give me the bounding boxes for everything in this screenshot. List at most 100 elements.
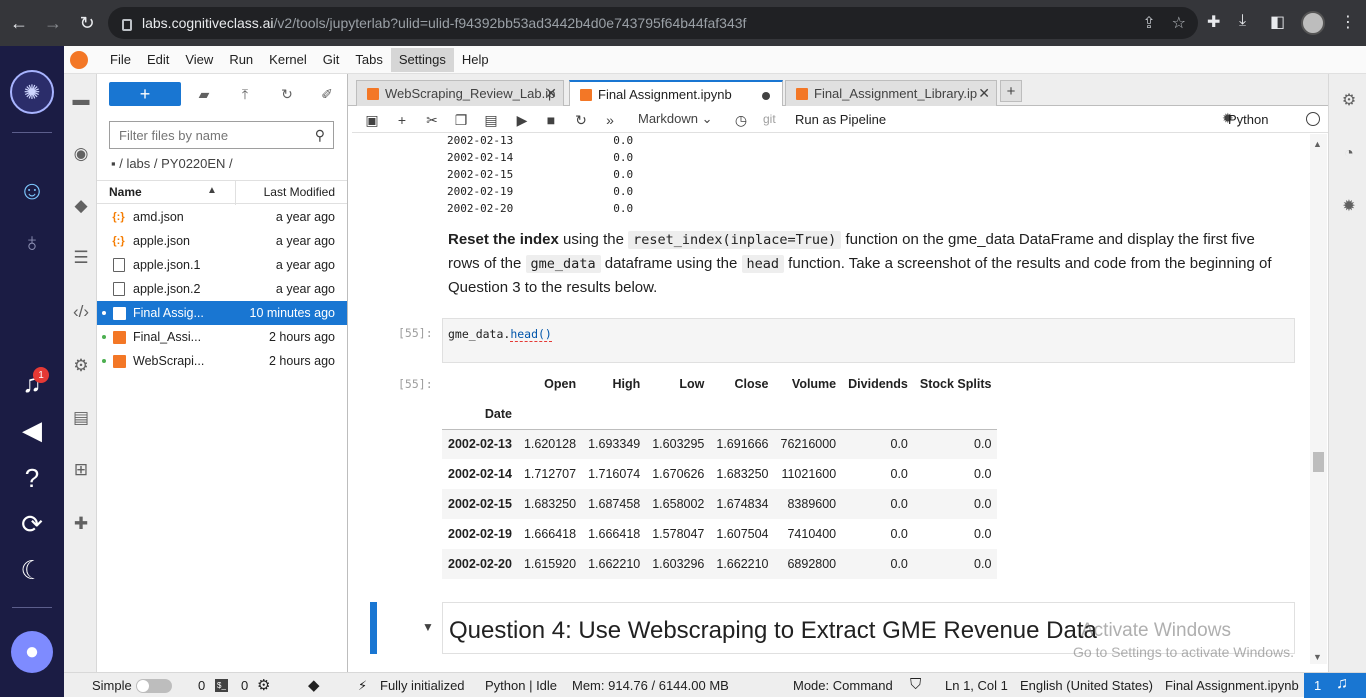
git-label[interactable]: git	[763, 112, 776, 126]
git-clone-icon[interactable]: ✐	[317, 84, 337, 104]
interrupt-stop-icon[interactable]: ■	[541, 110, 561, 130]
new-launcher-button[interactable]: +	[109, 82, 181, 106]
filter-files-input[interactable]: Filter files by name ⚲	[109, 121, 334, 149]
tab-final-assignment-library[interactable]: Final_Assignment_Library.ip ✕	[785, 80, 997, 106]
clock-icon[interactable]: ◷	[731, 110, 751, 130]
file-list-item[interactable]: {:} apple.json a year ago	[97, 229, 347, 253]
code-cell-input[interactable]: gme_data.head()	[442, 318, 1295, 363]
restart-icon[interactable]: ↻	[571, 110, 591, 130]
code-text[interactable]: gme_data.head()	[448, 327, 552, 342]
address-bar[interactable]: labs.cognitiveclass.ai/v2/tools/jupyterl…	[108, 7, 1198, 39]
close-icon[interactable]: ✕	[978, 85, 990, 102]
scroll-down-arrow-icon[interactable]: ▼	[1313, 652, 1322, 662]
share-icon[interactable]: ⇪	[1142, 13, 1155, 33]
collapse-heading-caret-icon[interactable]: ▼	[422, 620, 434, 634]
running-stop-icon[interactable]: ◉	[69, 142, 93, 166]
git-icon[interactable]: ◆	[69, 194, 93, 218]
browser-menu-icon[interactable]: ⋮	[1340, 12, 1356, 32]
spellcheck-language[interactable]: English (United States)	[1020, 678, 1153, 693]
run-icon[interactable]: ▶	[512, 110, 532, 130]
paste-icon[interactable]: ▤	[481, 110, 501, 130]
menu-settings[interactable]: Settings	[390, 47, 454, 72]
run-as-pipeline-button[interactable]: Run as Pipeline	[795, 112, 886, 127]
cursor-position[interactable]: Ln 1, Col 1	[945, 678, 1008, 693]
help-icon[interactable]: ?	[16, 462, 48, 494]
menu-view[interactable]: View	[177, 48, 221, 72]
forward-icon[interactable]: →	[38, 8, 68, 38]
unsaved-dot-icon[interactable]	[762, 92, 770, 100]
copy-icon[interactable]: ❐	[451, 110, 471, 130]
profile-avatar[interactable]	[1301, 11, 1325, 35]
debugger-icon[interactable]: ✹	[1339, 196, 1359, 216]
chat-icon[interactable]: ☺	[16, 174, 48, 206]
breadcrumb[interactable]: ▪ / labs / PY0220EN /	[111, 156, 233, 171]
code-snippets-icon[interactable]: ‹/›	[69, 300, 93, 324]
announcements-megaphone-icon[interactable]: ◀	[16, 414, 48, 446]
add-tab-button[interactable]: +	[1000, 80, 1022, 102]
extensions-grid-icon[interactable]: ⊞	[69, 458, 93, 482]
file-list-item[interactable]: Final Assig... 10 minutes ago	[97, 301, 347, 325]
menu-edit[interactable]: Edit	[139, 48, 177, 72]
cognitiveclass-logo-icon[interactable]: ✺	[10, 70, 54, 114]
markdown-cell[interactable]: Reset the index using the reset_index(in…	[448, 228, 1288, 300]
property-inspector-gears-icon[interactable]: ⚙	[1339, 90, 1359, 110]
cell-type-dropdown[interactable]: Markdown ⌄	[638, 111, 713, 127]
upload-icon[interactable]: ⤒	[235, 84, 255, 104]
gauge-dashboard-icon[interactable]: ◔	[1339, 144, 1359, 164]
property-inspector-icon[interactable]: ⚙	[69, 354, 93, 378]
file-list-item[interactable]: WebScrapi... 2 hours ago	[97, 349, 347, 373]
lightbulb-icon[interactable]: ♁	[16, 226, 48, 258]
menu-run[interactable]: Run	[221, 48, 261, 72]
file-list-item[interactable]: {:} amd.json a year ago	[97, 205, 347, 229]
kernel-gear-icon[interactable]: ⚙	[257, 676, 270, 694]
side-panel-icon[interactable]: ◧	[1270, 12, 1285, 32]
simple-mode-toggle[interactable]	[136, 679, 172, 693]
file-list-item[interactable]: apple.json.2 a year ago	[97, 277, 347, 301]
menu-file[interactable]: File	[102, 48, 139, 72]
extension-manager-icon[interactable]: ✚	[69, 512, 93, 536]
notifications-button[interactable]: 1 ♫	[1304, 673, 1366, 698]
git-status-icon[interactable]: ◆	[308, 676, 320, 694]
file-list-item[interactable]: apple.json.1 a year ago	[97, 253, 347, 277]
save-icon[interactable]: ▣	[362, 110, 382, 130]
scroll-up-arrow-icon[interactable]: ▲	[1313, 139, 1322, 149]
cell-collapser[interactable]	[370, 602, 377, 654]
close-icon[interactable]: ✕	[545, 85, 557, 102]
menu-tabs[interactable]: Tabs	[347, 48, 390, 72]
folder-icon[interactable]: ▬	[69, 88, 93, 112]
column-modified-header[interactable]: Last Modified	[264, 185, 335, 199]
markdown-heading-cell[interactable]: Question 4: Use Webscraping to Extract G…	[442, 602, 1295, 654]
notebook-panel[interactable]: 2002-02-13 0.0 2002-02-14 0.0 2002-02-15 0.0 2…	[352, 134, 1327, 672]
lsp-status[interactable]: Fully initialized	[380, 678, 465, 693]
menu-kernel[interactable]: Kernel	[261, 48, 315, 72]
table-of-contents-icon[interactable]: ☰	[69, 246, 93, 270]
tab-final-assignment[interactable]: Final Assignment.ipynb	[569, 80, 783, 107]
menu-git[interactable]: Git	[315, 48, 348, 72]
tab-webscraping-review-lab[interactable]: WebScraping_Review_Lab.ip ✕	[356, 80, 564, 106]
download-icon[interactable]: ⤓	[1239, 12, 1246, 30]
reload-icon[interactable]: ↻	[72, 8, 102, 38]
insert-cell-icon[interactable]: +	[392, 110, 412, 130]
scrollbar-thumb[interactable]	[1313, 452, 1324, 472]
refresh-sync-icon[interactable]: ⟳	[16, 508, 48, 540]
notebook-scrollbar[interactable]	[1310, 134, 1327, 664]
restart-run-all-icon[interactable]: »	[600, 110, 620, 130]
refresh-icon[interactable]: ↻	[277, 84, 297, 104]
trust-shield-icon[interactable]: ⛉	[910, 676, 921, 693]
user-avatar[interactable]: ●	[11, 631, 53, 673]
menu-help[interactable]: Help	[454, 48, 497, 72]
kernel-count[interactable]: 0	[241, 678, 248, 693]
cut-icon[interactable]: ✂	[422, 110, 442, 130]
file-list-item[interactable]: Final_Assi... 2 hours ago	[97, 325, 347, 349]
dark-mode-moon-icon[interactable]: ☾	[16, 554, 48, 586]
kernel-name-button[interactable]: Python	[1228, 112, 1268, 127]
kernel-status[interactable]: Python | Idle	[485, 678, 557, 693]
column-name-header[interactable]: Name	[109, 185, 142, 199]
back-icon[interactable]: ←	[4, 8, 34, 38]
new-folder-icon[interactable]: ▰	[194, 84, 214, 104]
lsp-status-icon[interactable]: ⚡	[358, 678, 367, 694]
extensions-icon[interactable]: ✚	[1207, 12, 1220, 32]
bookmark-star-icon[interactable]: ☆	[1172, 13, 1186, 33]
tabs-list-icon[interactable]: ▤	[69, 406, 93, 430]
terminal-count[interactable]: 0	[198, 678, 205, 693]
